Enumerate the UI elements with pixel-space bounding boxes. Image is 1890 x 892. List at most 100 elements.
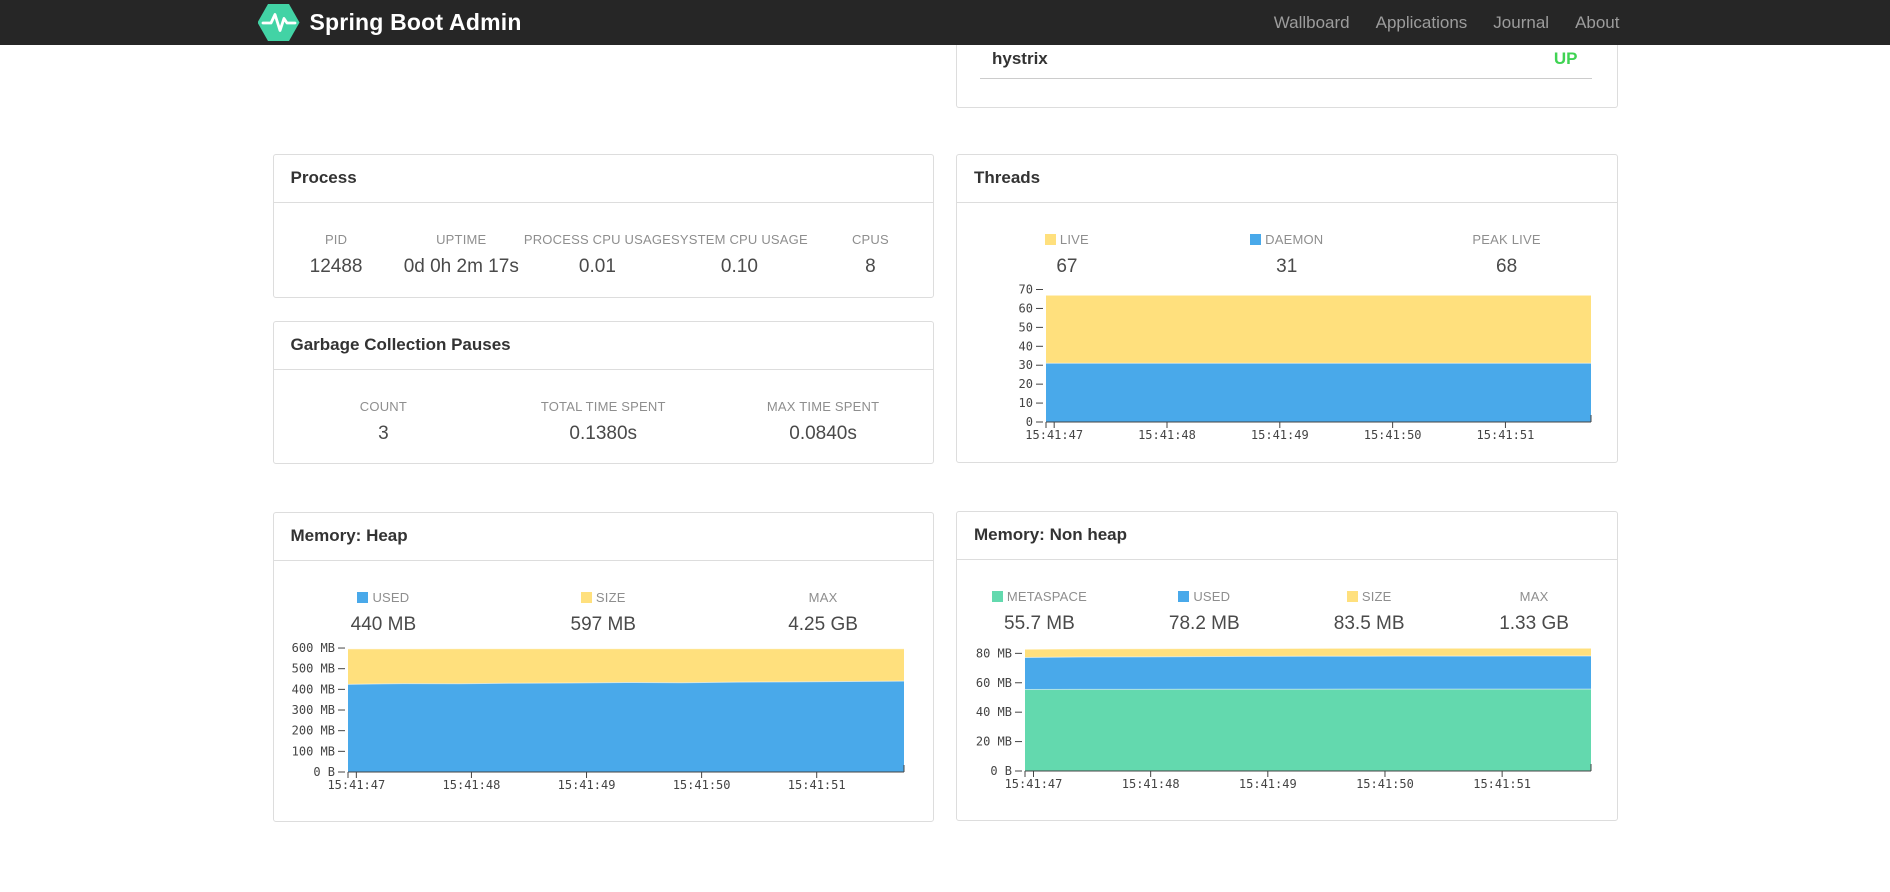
stat-label-text: DAEMON [1265,232,1324,247]
legend-swatch-icon [580,592,592,603]
svg-text:15:41:50: 15:41:50 [1364,428,1422,442]
stat-value: 68 [1496,256,1518,277]
brand[interactable]: Spring Boot Admin [257,4,522,41]
svg-text:40: 40 [1019,339,1033,353]
stat-value: 83.5 MB [1333,613,1405,634]
legend-swatch-icon [1250,234,1262,245]
stat-label: CPUS [808,231,933,249]
svg-text:15:41:50: 15:41:50 [1356,777,1414,791]
stat-value: 0d 0h 2m 17s [403,256,519,277]
stat-value: 4.25 GB [788,614,858,635]
row-divider [980,78,1592,79]
svg-text:400 MB: 400 MB [291,682,334,696]
stat-label-text: PEAK LIVE [1472,232,1541,247]
memory-nonheap-card: Memory: Non heap METASPACE 55.7 MB USED 78.… [956,511,1618,821]
stat-value: 0.1380s [569,423,638,444]
pulse-icon [261,13,296,32]
stat-label-text: MAX [1519,589,1549,604]
process-card: Process PID 12488 UPTIME 0d 0h 2m 17s PROCES… [272,154,934,298]
stat-value: 0.01 [578,256,616,277]
application-row[interactable]: hystrix UP [957,45,1617,69]
application-status-card: hystrix UP [956,45,1618,108]
right-column: hystrix UP Threads LIVE 67 DAEMON 31 PEAK LI… [956,45,1618,822]
stat-value: 597 MB [570,614,636,635]
svg-text:300 MB: 300 MB [291,703,334,717]
stat-label-text: SYSTEM CPU USAGE [671,232,808,247]
stat-column: USED 440 MB [274,589,494,636]
threads-card-title: Threads [957,155,1617,203]
stat-label: USED [1122,588,1287,606]
legend-swatch-icon [1346,591,1358,602]
gc-card-title: Garbage Collection Pauses [273,322,933,370]
svg-text:15:41:51: 15:41:51 [1477,428,1535,442]
stat-column: SYSTEM CPU USAGE 0.10 [671,231,808,278]
svg-text:20 MB: 20 MB [976,735,1012,749]
legend-swatch-icon [991,591,1003,602]
svg-text:600 MB: 600 MB [291,641,334,655]
stat-label-text: USED [372,590,410,605]
nav-link-about[interactable]: About [1562,0,1632,45]
memory-heap-chart: 0 B 100 MB 200 MB 300 MB 400 MB 500 MB 600 MB 1… [291,641,904,792]
svg-text:15:41:48: 15:41:48 [442,778,500,792]
stat-column: MAX TIME SPENT 0.0840s [713,398,933,445]
stat-label-text: PID [324,232,348,247]
stat-label-text: SIZE [595,590,626,605]
svg-text:0 B: 0 B [313,765,335,779]
stat-label-text: COUNT [359,399,408,414]
stat-value: 8 [865,256,876,277]
navbar-container: Spring Boot Admin Wallboard Applications J… [257,0,1633,45]
stat-value: 0.0840s [789,423,857,444]
stat-label-text: MAX TIME SPENT [766,399,880,414]
stat-column: TOTAL TIME SPENT 0.1380s [493,398,713,445]
svg-text:15:41:48: 15:41:48 [1122,777,1180,791]
gc-pauses-card: Garbage Collection Pauses COUNT 3 TOTAL TI… [272,321,934,464]
stat-column: CPUS 8 [808,231,933,278]
svg-text:15:41:50: 15:41:50 [672,778,730,792]
left-column: Process PID 12488 UPTIME 0d 0h 2m 17s PROCES… [272,45,934,822]
stat-column: SIZE 597 MB [493,589,713,636]
svg-text:15:41:48: 15:41:48 [1138,428,1196,442]
svg-text:15:41:49: 15:41:49 [1239,777,1297,791]
stat-label: DAEMON [1177,231,1397,249]
legend-swatch-icon [1044,234,1056,245]
stat-label-text: CPUS [851,232,889,247]
process-card-title: Process [273,155,933,203]
svg-text:15:41:49: 15:41:49 [1251,428,1309,442]
stat-column: PROCESS CPU USAGE 0.01 [524,231,671,278]
nav-link-journal[interactable]: Journal [1480,0,1562,45]
stat-label: MAX [713,589,933,607]
svg-text:15:41:47: 15:41:47 [1025,428,1083,442]
stat-column: UPTIME 0d 0h 2m 17s [399,231,524,278]
stat-label-text: LIVE [1059,232,1089,247]
stat-value: 12488 [309,256,363,277]
stat-label-text: TOTAL TIME SPENT [540,399,666,414]
svg-text:0 B: 0 B [990,764,1012,778]
threads-chart: 0 10 20 30 40 50 60 70 15:41:47 15:41:48 15:41:49 1… [1019,283,1592,442]
svg-text:15:41:47: 15:41:47 [327,778,385,792]
process-stats: PID 12488 UPTIME 0d 0h 2m 17s PROCESS CPU US… [274,203,934,278]
main-content: Process PID 12488 UPTIME 0d 0h 2m 17s PROCES… [258,45,1633,822]
stat-label: MAX [1452,588,1617,606]
status-badge: UP [1553,49,1578,68]
stat-label: METASPACE [957,588,1122,606]
stat-column: SIZE 83.5 MB [1287,588,1452,635]
svg-text:40 MB: 40 MB [976,705,1012,719]
memory-nonheap-chart: 0 B 20 MB 40 MB 60 MB 80 MB 15:41:47 15:41:48 1… [976,646,1592,791]
app-title: Spring Boot Admin [309,9,522,35]
stat-column: MAX 1.33 GB [1452,588,1617,635]
svg-text:60: 60 [1019,301,1033,315]
application-name[interactable]: hystrix [992,49,1048,69]
stat-label: SYSTEM CPU USAGE [671,231,808,249]
svg-text:50: 50 [1019,320,1033,334]
stat-label: PROCESS CPU USAGE [524,231,671,249]
stat-column: USED 78.2 MB [1122,588,1287,635]
spring-boot-admin-logo-icon [257,4,300,41]
nav-link-applications[interactable]: Applications [1363,0,1481,45]
stat-column: PEAK LIVE 68 [1397,231,1617,278]
nav-link-wallboard[interactable]: Wallboard [1261,0,1363,45]
stat-column: LIVE 67 [957,231,1177,278]
threads-card: Threads LIVE 67 DAEMON 31 PEAK LIVE 68 0 10 20 3… [956,154,1618,463]
stat-column: COUNT 3 [274,398,494,445]
stat-label: USED [274,589,494,607]
stat-label: PEAK LIVE [1397,231,1617,249]
